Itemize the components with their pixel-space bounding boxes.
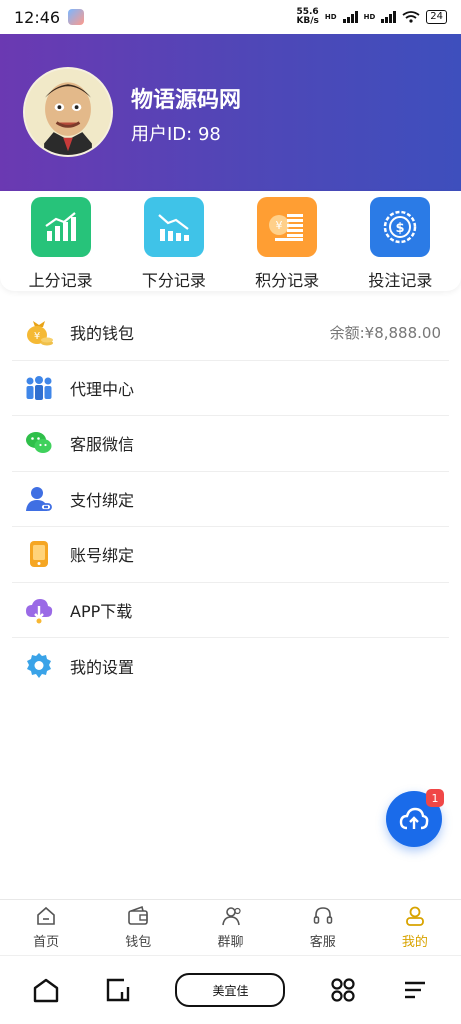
cloud-upload-icon	[399, 807, 429, 830]
cloud-download-icon	[24, 595, 54, 625]
tab-label: 钱包	[125, 935, 152, 950]
svg-text:$: $	[396, 221, 405, 236]
wechat-icon	[24, 428, 54, 458]
tab-mine[interactable]: 我的	[369, 900, 461, 955]
menu-label: 支付绑定	[70, 490, 135, 510]
headset-icon	[313, 907, 332, 924]
battery-icon: 24	[426, 10, 447, 24]
wifi-icon	[402, 11, 420, 23]
system-nav-bar: 美宜佳	[0, 955, 461, 1024]
menu-label: APP下载	[70, 601, 133, 621]
avatar-image	[25, 69, 111, 155]
quick-label: 积分记录	[255, 271, 320, 290]
notification-badge: 1	[426, 789, 444, 807]
coins-stack-icon: ¥	[257, 197, 318, 257]
menu-lines-icon[interactable]	[401, 977, 429, 1003]
quick-label: 投注记录	[368, 271, 433, 290]
bottom-tab-bar: 首页 钱包 群聊 客服 我的	[0, 899, 461, 955]
app-pill-label: 美宜佳	[212, 983, 249, 998]
quick-deposit-records[interactable]: 上分记录	[4, 191, 117, 291]
gallery-app-icon	[68, 9, 85, 25]
svg-text:¥: ¥	[34, 331, 40, 342]
menu-item-agent-center[interactable]: 代理中心	[12, 361, 449, 416]
gear-icon	[24, 651, 54, 681]
quick-bet-records[interactable]: $ 投注记录	[344, 191, 457, 291]
quick-actions: 上分记录 下分记录 ¥ 积分记录 $ 投注记录	[0, 191, 461, 291]
cloud-upload-button[interactable]: 1	[386, 789, 444, 847]
hd-badge-1: HD	[324, 13, 337, 21]
tab-group-chat[interactable]: 群聊	[184, 900, 276, 955]
menu-item-app-download[interactable]: APP下载	[12, 583, 449, 638]
status-bar: 12:46 55.6 KB/s HD HD 24	[0, 0, 461, 34]
avatar[interactable]	[23, 67, 113, 157]
username: 物语源码网	[131, 88, 242, 113]
tab-label: 我的	[401, 935, 428, 950]
profile-icon	[406, 906, 424, 926]
tab-label: 客服	[309, 935, 336, 950]
back-nav-icon[interactable]	[104, 977, 132, 1003]
app-pill[interactable]: 美宜佳	[175, 973, 286, 1007]
home-nav-icon[interactable]	[32, 977, 60, 1003]
menu-label: 代理中心	[70, 379, 135, 399]
menu-item-wechat-service[interactable]: 客服微信	[12, 416, 449, 472]
tab-home[interactable]: 首页	[0, 900, 92, 955]
wallet-icon	[128, 905, 149, 925]
apps-grid-icon[interactable]	[329, 977, 357, 1003]
wallet-balance: 余额:¥8,888.00	[329, 323, 441, 342]
menu-list: ¥ 我的钱包 余额:¥8,888.00 代理中心 客服微信 支付绑定 账号绑定 …	[0, 305, 461, 694]
menu-label: 我的设置	[70, 657, 135, 677]
tab-label: 群聊	[217, 935, 244, 950]
home-icon	[37, 906, 55, 925]
user-link-icon	[24, 484, 54, 514]
menu-label: 我的钱包	[70, 324, 135, 344]
menu-item-settings[interactable]: 我的设置	[12, 638, 449, 694]
quick-label: 上分记录	[28, 271, 93, 290]
menu-item-wallet[interactable]: ¥ 我的钱包 余额:¥8,888.00	[12, 305, 449, 361]
team-icon	[24, 373, 54, 403]
quick-withdraw-records[interactable]: 下分记录	[117, 191, 230, 291]
dollar-coin-icon: $	[370, 197, 431, 257]
menu-label: 客服微信	[70, 435, 135, 455]
tab-wallet[interactable]: 钱包	[92, 900, 184, 955]
tab-label: 首页	[33, 935, 60, 950]
group-icon	[221, 907, 241, 926]
bar-chart-up-icon	[30, 197, 91, 257]
status-time: 12:46	[14, 7, 61, 27]
phone-icon	[24, 539, 54, 569]
menu-label: 账号绑定	[70, 546, 135, 566]
menu-item-account-binding[interactable]: 账号绑定	[12, 527, 449, 583]
profile-header: 物语源码网 用户ID: 98	[0, 34, 461, 191]
network-speed: 55.6 KB/s	[296, 7, 319, 26]
quick-label: 下分记录	[141, 271, 206, 290]
menu-item-payment-binding[interactable]: 支付绑定	[12, 472, 449, 527]
tab-customer-service[interactable]: 客服	[277, 900, 369, 955]
signal-icon-2	[381, 11, 397, 23]
quick-points-records[interactable]: ¥ 积分记录	[231, 191, 344, 291]
money-bag-icon: ¥	[24, 317, 54, 347]
user-id: 用户ID: 98	[131, 124, 221, 145]
bar-chart-down-icon	[143, 197, 204, 257]
hd-badge-2: HD	[363, 13, 376, 21]
svg-text:¥: ¥	[276, 219, 283, 232]
signal-icon	[342, 11, 358, 23]
